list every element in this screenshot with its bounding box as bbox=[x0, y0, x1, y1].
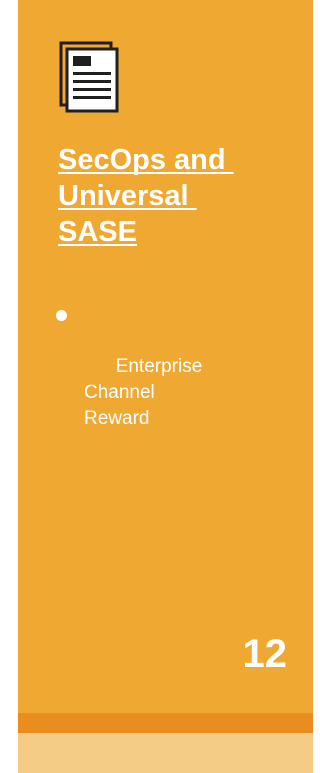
progress-bar bbox=[18, 713, 313, 773]
card-title-link[interactable]: SecOps and Universal SASE bbox=[58, 142, 298, 250]
item-count: 12 bbox=[242, 632, 288, 676]
bullet-dot-icon bbox=[56, 310, 67, 321]
progress-fill bbox=[18, 713, 313, 733]
document-icon bbox=[58, 40, 124, 116]
bullet-list: Enterprise Channel Reward bbox=[56, 302, 296, 458]
bullet-text: Enterprise Channel Reward bbox=[84, 356, 203, 429]
bullet-item: Enterprise Channel Reward bbox=[56, 302, 296, 458]
category-card[interactable]: SecOps and Universal SASE Enterprise Cha… bbox=[18, 0, 313, 773]
